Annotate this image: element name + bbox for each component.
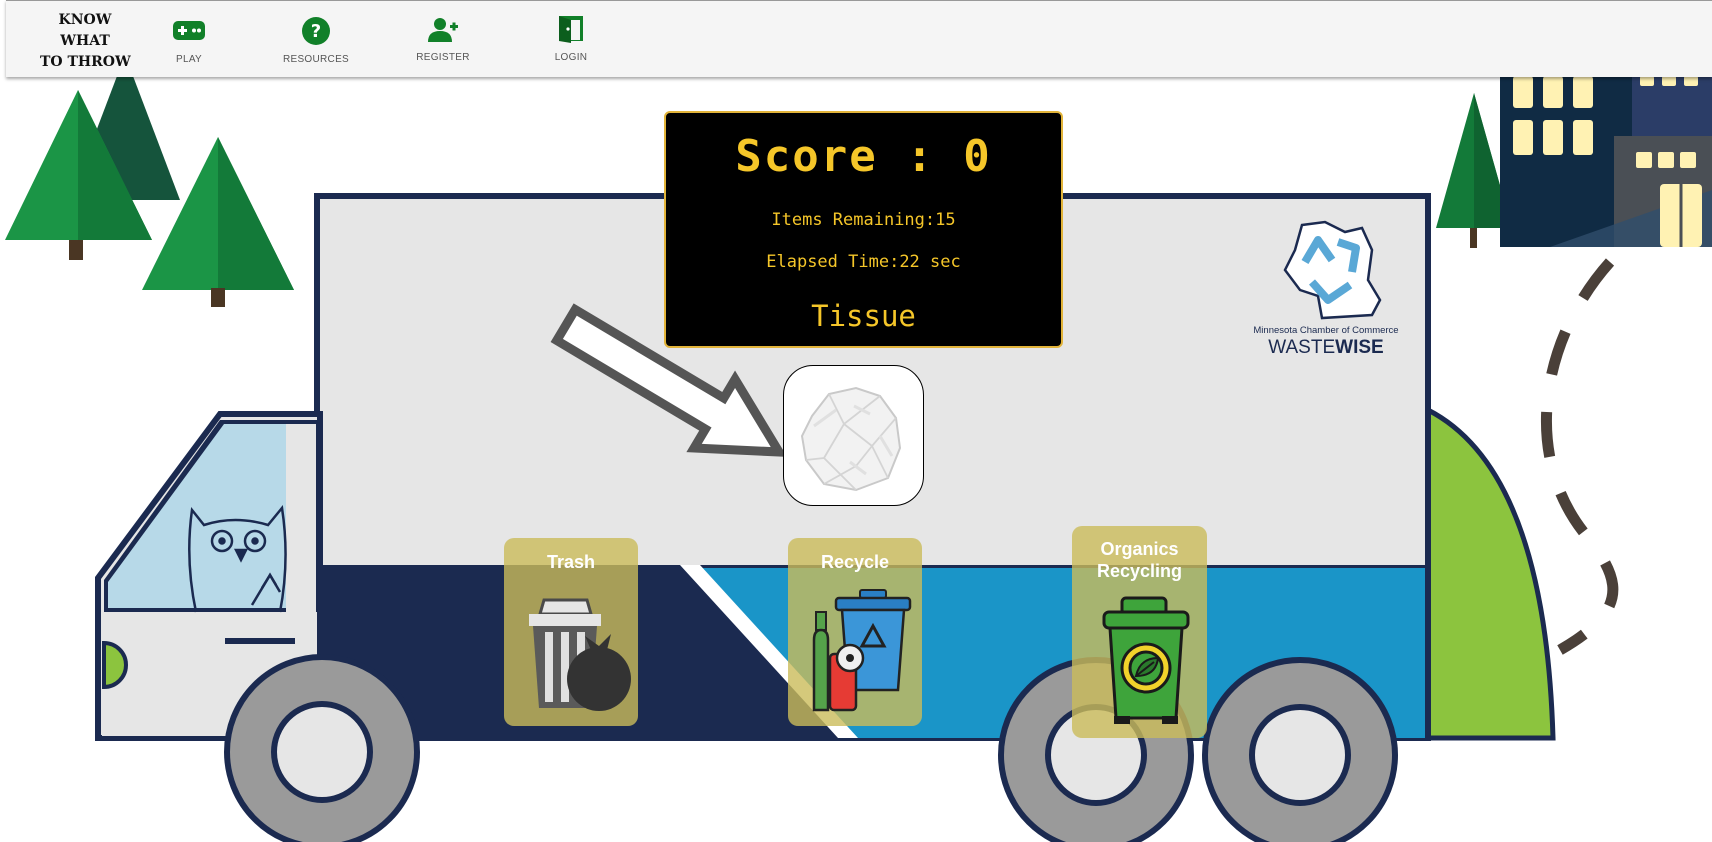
organics-label-line-2: Recycling — [1096, 561, 1183, 581]
recycle-label-line-1: Recycle — [820, 552, 890, 572]
help-circle-icon: ? — [302, 17, 330, 45]
nav-login[interactable]: LOGIN — [516, 16, 626, 71]
brand-wise-text: WISE — [1335, 337, 1384, 358]
top-navbar: KNOW WHAT TO THROW PLAY ? RESOURCES REGI… — [6, 0, 1712, 77]
door-icon — [559, 16, 583, 43]
trash-bin-label: Trash — [504, 551, 638, 573]
recycling-bin-icon — [812, 589, 912, 712]
scoreboard: Score : 0 Items Remaining:15 Elapsed Tim… — [664, 111, 1063, 348]
wheel-front — [224, 654, 420, 842]
site-logo[interactable]: KNOW WHAT TO THROW — [40, 10, 131, 73]
nav-play[interactable]: PLAY — [134, 19, 244, 71]
score-label: Score : — [735, 131, 964, 182]
sponsor-brand-text: WASTEWISE — [1268, 337, 1383, 358]
current-item-name: Tissue — [811, 299, 916, 333]
recycle-bin[interactable]: Recycle — [788, 538, 922, 726]
organics-bin-label: Organics Recycling — [1072, 538, 1207, 582]
tissue-icon — [800, 386, 902, 492]
nav-login-label: LOGIN — [554, 52, 588, 63]
nav-register-label: REGISTER — [416, 52, 470, 63]
add-user-icon — [428, 18, 458, 42]
svg-text:?: ? — [311, 21, 321, 42]
elapsed-time-label: Elapsed Time: — [766, 252, 900, 272]
logo-line-2: WHAT — [60, 33, 110, 49]
organics-label-line-1: Organics — [1100, 539, 1179, 559]
compost-bin-icon — [1102, 596, 1190, 724]
brand-waste-text: WASTE — [1268, 337, 1335, 358]
items-remaining-label: Items Remaining: — [771, 210, 936, 230]
elapsed-time: Elapsed Time:22 sec — [666, 252, 1061, 272]
current-item-card[interactable] — [783, 365, 924, 506]
sponsor-org-text: Minnesota Chamber of Commerce — [1253, 325, 1398, 336]
nav-register[interactable]: REGISTER — [388, 18, 498, 71]
items-remaining: Items Remaining:15 — [666, 210, 1061, 230]
wheel-rear-2 — [1202, 657, 1398, 842]
road-path — [1540, 258, 1619, 655]
recycle-bin-label: Recycle — [788, 551, 922, 573]
nav-play-label: PLAY — [175, 54, 203, 65]
gamepad-icon — [173, 21, 205, 40]
score-value: 0 — [963, 131, 992, 182]
logo-line-1: KNOW — [58, 12, 112, 28]
trash-label-line-1: Trash — [546, 552, 596, 572]
trash-bin[interactable]: Trash — [504, 538, 638, 726]
elapsed-time-value: 22 sec — [899, 252, 961, 272]
organics-bin[interactable]: Organics Recycling — [1072, 526, 1207, 738]
logo-line-3: TO THROW — [40, 54, 131, 70]
score-display: Score : 0 — [666, 131, 1061, 182]
items-remaining-value: 15 — [935, 210, 956, 230]
building-right — [1500, 76, 1712, 247]
nav-resources[interactable]: ? RESOURCES — [261, 17, 371, 71]
trash-can-icon — [529, 598, 631, 711]
nav-resources-label: RESOURCES — [282, 54, 350, 65]
